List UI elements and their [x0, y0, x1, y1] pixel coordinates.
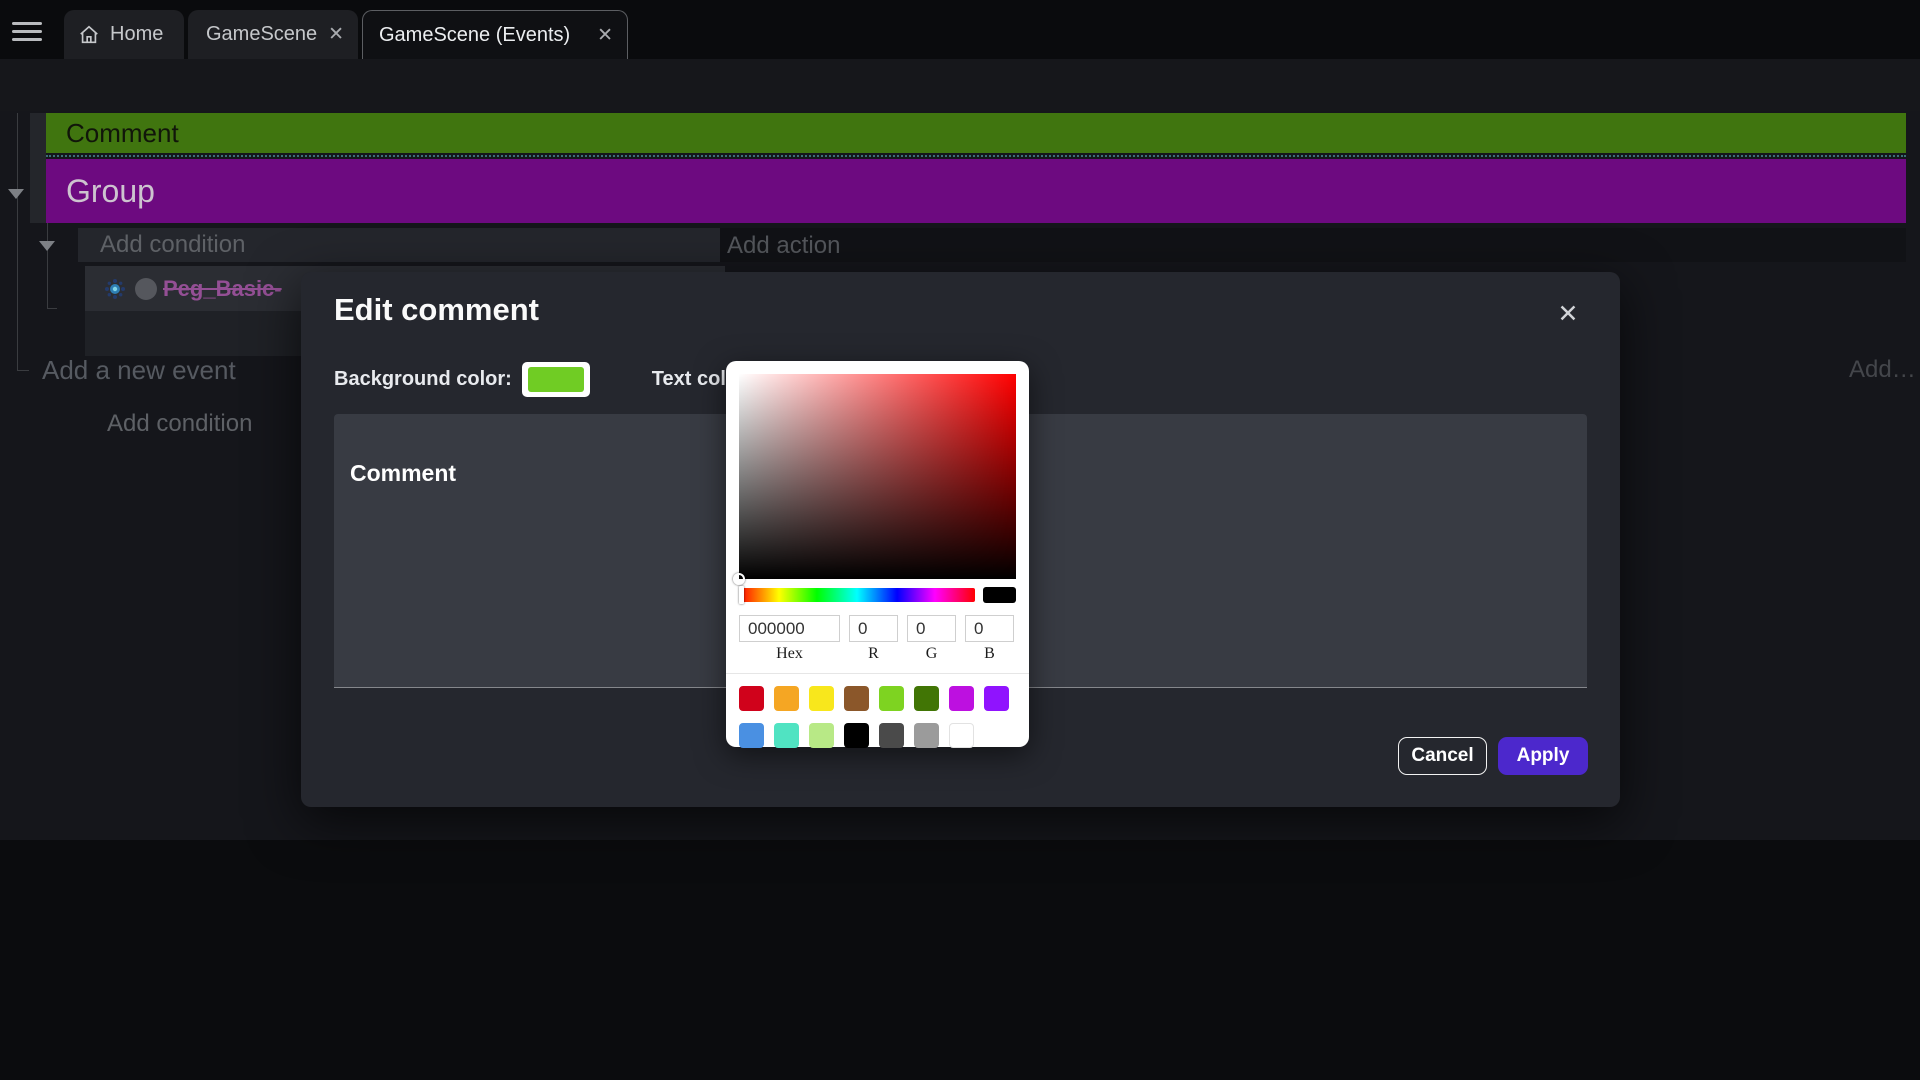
tree-connector	[17, 370, 29, 371]
palette-swatch[interactable]	[774, 723, 799, 748]
main-menu-icon[interactable]	[12, 17, 42, 41]
palette-swatch[interactable]	[809, 686, 834, 711]
palette-swatch[interactable]	[949, 723, 974, 748]
tab-bar: Home GameScene ✕ GameScene (Events) ✕	[0, 0, 1920, 59]
background-color-swatch[interactable]	[522, 362, 590, 397]
tree-connector	[47, 308, 57, 309]
hue-slider[interactable]	[739, 588, 975, 602]
hue-row	[739, 587, 1016, 603]
green-input[interactable]	[907, 615, 956, 642]
picker-divider	[726, 673, 1029, 674]
tab-home-label: Home	[110, 23, 163, 46]
close-icon[interactable]: ✕	[1554, 300, 1582, 328]
hex-input[interactable]	[739, 615, 840, 642]
palette-swatch[interactable]	[844, 723, 869, 748]
selection-indicator	[46, 155, 1906, 157]
background-color-label: Background color:	[334, 368, 512, 391]
tab-gamescene-events-label: GameScene (Events)	[379, 24, 570, 47]
tab-home[interactable]: Home	[64, 10, 184, 59]
tab-gamescene-label: GameScene	[206, 23, 317, 46]
event-row: Add condition Add action	[78, 228, 1906, 262]
tab-gamescene[interactable]: GameScene ✕	[188, 10, 358, 59]
palette-swatch[interactable]	[879, 686, 904, 711]
conditions-column[interactable]: Add condition	[78, 228, 720, 262]
palette-swatch[interactable]	[774, 686, 799, 711]
add-new-event-link[interactable]: Add a new event	[42, 355, 236, 386]
palette-swatch[interactable]	[739, 686, 764, 711]
g-label: G	[907, 645, 956, 663]
tab-close-icon[interactable]: ✕	[328, 23, 344, 46]
red-input[interactable]	[849, 615, 898, 642]
app-window: Home GameScene ✕ GameScene (Events) ✕	[0, 0, 1920, 1080]
color-inputs-row	[739, 615, 1016, 642]
color-options-row: Background color: Text color:	[334, 362, 753, 397]
object-icon	[103, 277, 127, 301]
comment-event-text: Comment	[66, 118, 179, 149]
tree-connector	[17, 113, 18, 370]
condition-object-name: Peg_Basic-	[163, 276, 282, 302]
add-action-truncated-link[interactable]: Add…	[1849, 356, 1916, 384]
blue-input[interactable]	[965, 615, 1014, 642]
tree-connector	[47, 222, 48, 308]
palette-swatch[interactable]	[914, 686, 939, 711]
group-event-text: Group	[66, 173, 155, 210]
background-color-value	[528, 367, 584, 392]
hex-label: Hex	[739, 645, 840, 663]
palette-row-2	[739, 723, 1016, 748]
home-icon	[78, 24, 100, 46]
palette-swatch[interactable]	[879, 723, 904, 748]
dialog-actions: Cancel Apply	[1398, 737, 1588, 775]
palette-row-1	[739, 686, 1016, 711]
apply-button[interactable]: Apply	[1498, 737, 1588, 775]
r-label: R	[849, 645, 898, 663]
collapse-arrow-icon[interactable]	[39, 241, 55, 251]
add-condition-link[interactable]: Add condition	[107, 410, 252, 438]
tab-close-icon[interactable]: ✕	[597, 24, 613, 47]
current-color-preview	[983, 587, 1016, 603]
hue-slider-handle[interactable]	[739, 586, 744, 604]
window-background	[0, 840, 1920, 1080]
event-gutter	[30, 113, 46, 223]
palette-swatch[interactable]	[984, 686, 1009, 711]
group-event-row[interactable]: Group	[46, 159, 1906, 223]
cancel-button[interactable]: Cancel	[1398, 737, 1487, 775]
palette-swatch[interactable]	[739, 723, 764, 748]
color-input-labels: Hex R G B	[739, 645, 1016, 663]
saturation-cursor[interactable]	[733, 573, 745, 585]
palette-swatch[interactable]	[809, 723, 834, 748]
color-picker-popup: Hex R G B	[726, 361, 1029, 747]
palette-swatch[interactable]	[844, 686, 869, 711]
saturation-value-area[interactable]	[739, 374, 1016, 579]
add-condition-link[interactable]: Add condition	[100, 231, 245, 259]
collapse-arrow-icon[interactable]	[8, 189, 24, 199]
palette-swatch[interactable]	[949, 686, 974, 711]
b-label: B	[965, 645, 1014, 663]
object-thumbnail	[135, 278, 157, 300]
dialog-title: Edit comment	[334, 292, 539, 328]
palette-swatch[interactable]	[914, 723, 939, 748]
toolbar: Preview Publish	[0, 59, 1920, 111]
tab-gamescene-events[interactable]: GameScene (Events) ✕	[362, 10, 628, 59]
add-action-link[interactable]: Add action	[727, 232, 840, 260]
comment-event-row[interactable]: Comment	[46, 113, 1906, 153]
